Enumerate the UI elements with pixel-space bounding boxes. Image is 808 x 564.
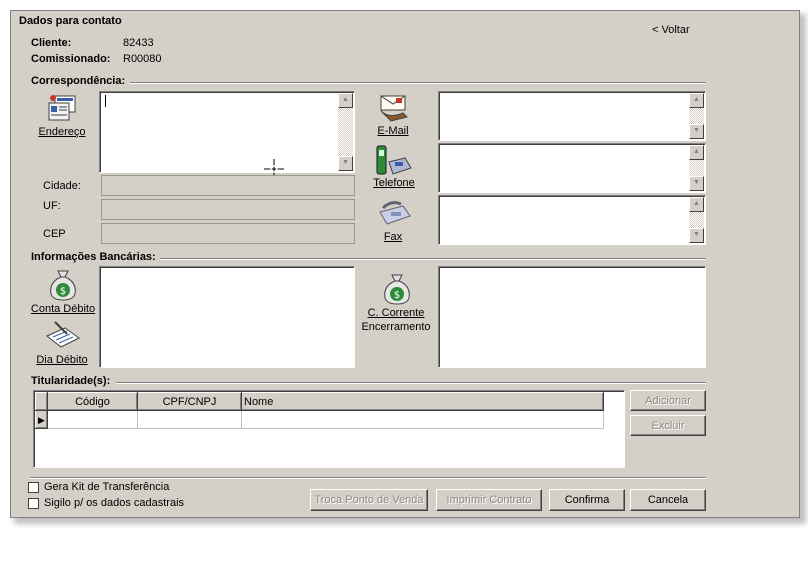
c-corrente-label: C. Corrente [356,307,436,319]
telefone-label-text: Telefone [373,177,415,189]
page-title: Dados para contato [19,15,122,27]
row-indicator-icon: ▶ [35,410,48,429]
endereco-label-text: Endereço [38,126,86,138]
cidade-label: Cidade: [43,180,81,192]
sigilo-label: Sigilo p/ os dados cadastrais [44,497,185,509]
fax-scrollbar[interactable]: ▲ ▼ [689,197,704,243]
telefone-textarea[interactable]: ▲ ▼ [438,143,706,193]
titularidade-grid[interactable]: Código CPF/CNPJ Nome ▶ [33,390,625,468]
scroll-down-icon[interactable]: ▼ [689,228,704,243]
comissionado-value: R00080 [123,53,162,65]
dia-debito-label-text: Dia Débito [36,354,88,366]
money-bag-icon-2[interactable]: $ [381,272,413,306]
encerramento-label: Encerramento [361,321,431,333]
adicionar-button[interactable]: Adicionar [630,390,706,411]
telefone-label: Telefone [370,177,418,189]
cliente-value: 82433 [123,37,154,49]
email-label: E-Mail [371,125,415,137]
cancela-button[interactable]: Cancela [630,489,706,511]
gera-kit-checkbox[interactable] [28,482,39,493]
cidade-field[interactable] [101,175,355,196]
endereco-scrollbar[interactable]: ▲ ▼ [338,93,353,171]
text-cursor [105,95,106,107]
col-header-codigo[interactable]: Código [47,392,138,411]
grid-header-row: Código CPF/CNPJ Nome [35,392,604,411]
imprimir-contrato-button[interactable]: Imprimir Contrato [436,489,542,511]
col-header-nome[interactable]: Nome [241,392,604,411]
uf-field[interactable] [101,199,355,220]
cell-codigo[interactable] [47,410,138,429]
titularidade-title: Titularidade(s): [31,375,114,387]
endereco-textarea[interactable]: ▲ ▼ [99,91,355,173]
cep-label: CEP [43,228,66,240]
excluir-button[interactable]: Excluir [630,415,706,436]
telefone-scrollbar[interactable]: ▲ ▼ [689,145,704,191]
gera-kit-label: Gera Kit de Transferência [44,481,170,493]
c-corrente-label-text: C. Corrente [367,307,425,319]
money-bag-icon[interactable]: $ [47,268,79,302]
cell-cpf-cnpj[interactable] [137,410,242,429]
correspondencia-title: Correspondência: [31,75,129,87]
email-textarea[interactable]: ▲ ▼ [438,91,706,141]
cell-nome[interactable] [241,410,604,429]
scroll-up-icon[interactable]: ▲ [689,197,704,212]
conta-debito-label: Conta Débito [30,303,96,315]
dia-debito-label: Dia Débito [34,354,90,366]
titularidade-table: Código CPF/CNPJ Nome ▶ [35,392,604,429]
back-link[interactable]: < Voltar [652,24,690,36]
col-header-cpf-cnpj[interactable]: CPF/CNPJ [137,392,242,411]
telephone-icon[interactable] [375,144,413,178]
titularidade-divider [116,382,706,384]
comissionado-label: Comissionado: [31,53,111,65]
bancarias-title: Informações Bancárias: [31,251,159,263]
fax-textarea[interactable]: ▲ ▼ [438,195,706,245]
c-corrente-textarea[interactable] [438,266,706,368]
bancarias-divider [160,258,706,260]
endereco-label: Endereço [34,126,90,138]
correspondencia-divider [130,82,706,84]
scroll-up-icon[interactable]: ▲ [689,93,704,108]
address-book-icon[interactable] [46,94,78,124]
table-row[interactable]: ▶ [35,410,604,429]
troca-ponto-venda-button[interactable]: Troca Ponto de Venda [310,489,428,511]
email-icon[interactable] [377,93,411,123]
conta-debito-label-text: Conta Débito [30,303,96,315]
scroll-down-icon[interactable]: ▼ [338,156,353,171]
confirma-button[interactable]: Confirma [549,489,625,511]
conta-debito-textarea[interactable] [99,266,355,368]
email-label-text: E-Mail [377,125,409,137]
footer-divider [30,477,706,479]
fax-label: Fax [378,231,408,243]
email-scrollbar[interactable]: ▲ ▼ [689,93,704,139]
svg-text:$: $ [60,286,66,297]
uf-label: UF: [43,200,61,212]
svg-text:$: $ [394,290,400,301]
scroll-down-icon[interactable]: ▼ [689,124,704,139]
sigilo-checkbox[interactable] [28,498,39,509]
cep-field[interactable] [101,223,355,244]
fax-icon[interactable] [377,200,413,228]
scroll-down-icon[interactable]: ▼ [689,176,704,191]
calendar-pen-icon[interactable] [45,320,81,350]
fax-label-text: Fax [383,231,403,243]
scroll-up-icon[interactable]: ▲ [338,93,353,108]
cliente-label: Cliente: [31,37,72,49]
scroll-up-icon[interactable]: ▲ [689,145,704,160]
grid-corner [35,392,48,411]
